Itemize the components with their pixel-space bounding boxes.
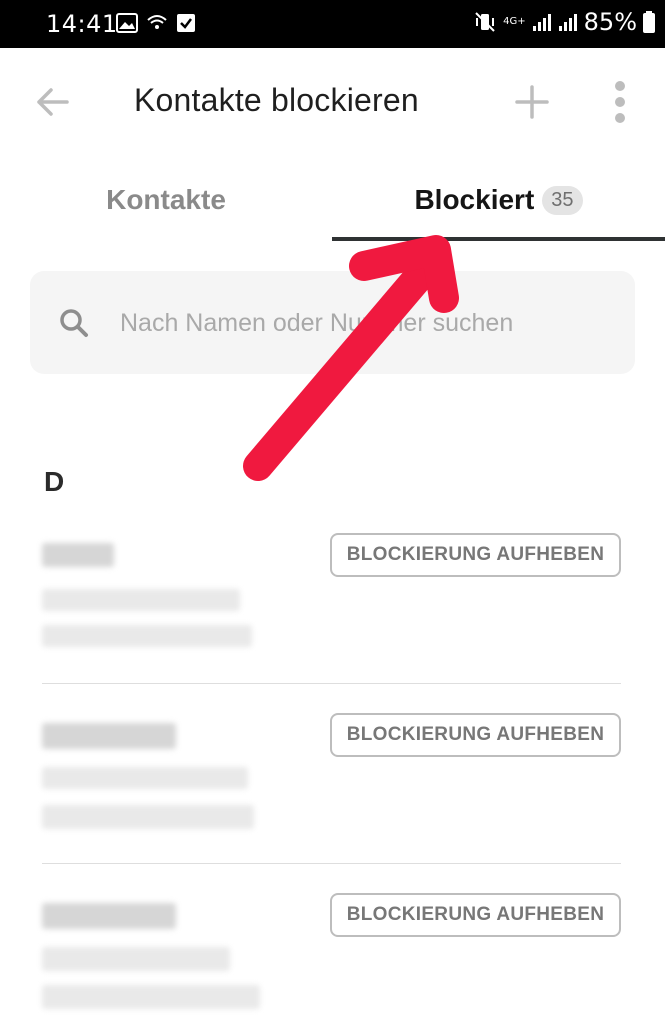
search-icon [60,309,88,337]
add-contact-button[interactable] [510,80,554,124]
tab-blocked-label: Blockiert [414,184,535,215]
arrow-left-icon [37,88,69,116]
dot-icon [615,81,625,91]
battery-icon [643,11,655,33]
status-time: 14:41 [46,10,118,38]
signal-icon-2 [558,14,577,31]
unblock-button[interactable]: BLOCKIERUNG AUFHEBEN [330,533,621,577]
status-bar: 14:41 4G+ 85% [0,0,665,48]
contact-detail-blurred [42,947,230,971]
list-item[interactable]: BLOCKIERUNG AUFHEBEN [0,893,665,1024]
plus-icon [515,85,549,119]
battery-percent: 85% [583,8,637,36]
blocked-count-badge: 35 [542,185,583,215]
contact-name-blurred [42,903,176,929]
active-tab-indicator [332,237,665,241]
more-options-button[interactable] [604,78,636,126]
contact-number-blurred [42,625,252,647]
contact-detail-blurred [42,767,248,789]
network-type-label: 4G+ [503,16,526,27]
tab-contacts[interactable]: Kontakte [0,160,332,240]
tab-blocked[interactable]: Blockiert 35 [332,160,665,240]
contact-detail-blurred [42,589,240,611]
status-system-icons: 4G+ 85% [473,8,655,36]
search-input[interactable] [120,301,610,345]
contact-number-blurred [42,985,260,1009]
contact-name-blurred [42,543,114,567]
list-item[interactable]: BLOCKIERUNG AUFHEBEN [0,533,665,713]
row-divider [42,863,621,864]
checkbox-notification-icon [177,14,195,32]
section-letter-header: D [44,466,65,497]
dot-icon [615,97,625,107]
unblock-button[interactable]: BLOCKIERUNG AUFHEBEN [330,713,621,757]
dot-icon [615,113,625,123]
tab-contacts-label: Kontakte [106,184,226,215]
contact-name-blurred [42,723,176,749]
gallery-icon [116,13,138,33]
page-title: Kontakte blockieren [134,82,419,118]
unblock-button[interactable]: BLOCKIERUNG AUFHEBEN [330,893,621,937]
vibrate-mute-icon [475,12,495,32]
back-button[interactable] [30,80,74,124]
status-notification-icons [116,13,196,33]
screen: 14:41 4G+ 85% Kontakte blockieren Kontak… [0,0,665,1024]
list-item[interactable]: BLOCKIERUNG AUFHEBEN [0,713,665,893]
wifi-calling-icon [147,15,167,29]
contact-number-blurred [42,805,254,829]
search-bar[interactable] [30,271,635,374]
row-divider [42,683,621,684]
signal-icon [532,14,551,31]
